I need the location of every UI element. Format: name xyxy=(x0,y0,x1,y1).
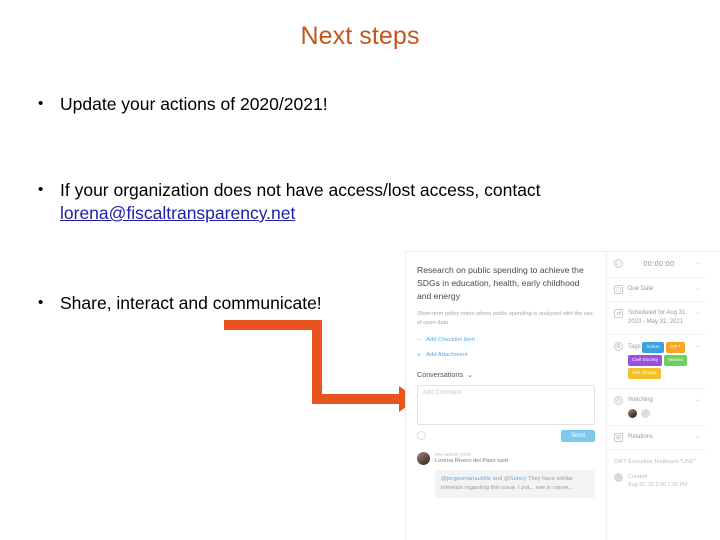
emoji-icon[interactable] xyxy=(417,431,426,441)
sidebar-row-timer[interactable]: ▷ 00:00:00 ⌄ xyxy=(607,252,706,278)
bullet-text: If your organization does not have acces… xyxy=(60,180,541,200)
add-checklist-item-button[interactable]: − Add Checklist Item xyxy=(417,337,595,344)
relations-icon: ⊞ xyxy=(614,433,623,443)
minus-icon: − xyxy=(417,336,422,344)
tag-chip[interactable]: GIFT xyxy=(665,341,685,353)
sidebar-row-relations[interactable]: ⊞ Relations ⌄ xyxy=(607,426,706,451)
created-label: Created xyxy=(628,473,648,480)
email-link[interactable]: lorena@fiscaltransparency.net xyxy=(60,203,295,223)
bullet-text-wrapper: If your organization does not have acces… xyxy=(60,179,541,225)
sidebar-row-board: GIFT Executive Testboard "USE" Created A… xyxy=(607,450,706,497)
bullet-item-2: • If your organization does not have acc… xyxy=(38,179,698,225)
created-value: Aug 31, 20 2:00 7:16 PM xyxy=(628,481,688,488)
tag-chip[interactable]: Civil Society xyxy=(628,354,663,367)
tag-chip[interactable]: Mexico xyxy=(664,354,688,367)
sidebar-row-watching[interactable]: ◎ Watching ⌄ xyxy=(607,389,706,427)
created-row: Created Aug 31, 20 2:00 7:16 PM xyxy=(614,472,699,489)
mention-2[interactable]: @Sunny xyxy=(504,476,526,482)
avatar[interactable] xyxy=(641,409,650,419)
page-title: Next steps xyxy=(300,22,420,50)
plus-icon: + xyxy=(417,351,422,359)
chevron-down-icon: ⌄ xyxy=(466,369,473,379)
eye-icon: ◎ xyxy=(614,396,623,406)
timer-value: 00:00:00 xyxy=(643,259,675,268)
sidebar-row-scheduled[interactable]: ⇉ Scheduled for Aug 31, 2020 - May 31, 2… xyxy=(607,302,706,335)
due-date-label: Due Date xyxy=(628,285,654,292)
tags-section: Tags Action GIFT Civil Society Mexico Use of… xyxy=(628,341,690,382)
chevron-down-icon[interactable]: ⌄ xyxy=(695,259,700,266)
relations-label: Relations xyxy=(628,434,654,441)
comment-body: @jorgeumanaubille and @Sunny They have s… xyxy=(435,469,595,498)
bullet-text: Update your actions of 2020/2021! xyxy=(60,94,328,114)
elbow-arrow-icon xyxy=(224,320,417,412)
comment-timestamp: AN HOUR AGO xyxy=(435,451,471,457)
tags-label: Tags xyxy=(628,343,641,350)
chevron-down-icon[interactable]: ⌄ xyxy=(695,433,700,440)
comment-meta: AN HOUR AGO Lorena Rivero del Paso said xyxy=(435,452,508,465)
send-button[interactable]: Send xyxy=(560,429,595,442)
conversations-label: Conversations xyxy=(417,369,463,379)
calendar-icon: ▢ xyxy=(614,284,623,294)
comment-actions: Send xyxy=(417,429,595,442)
scheduled-label: Scheduled for Aug 31, 2020 - May 31, 202… xyxy=(628,309,688,325)
chevron-down-icon[interactable]: ⌄ xyxy=(695,342,700,349)
task-description: Short-term policy notes where public spe… xyxy=(417,311,593,326)
comment-list-item: AN HOUR AGO Lorena Rivero del Paso said xyxy=(417,451,595,465)
tag-chip[interactable]: Use of data xyxy=(628,368,661,380)
chevron-down-icon[interactable]: ⌄ xyxy=(695,396,700,403)
conversations-header[interactable]: Conversations ⌄ xyxy=(417,370,595,379)
comment-author: Lorena Rivero del Paso said xyxy=(435,457,508,464)
watching-section: Watching xyxy=(628,396,690,419)
bullet-marker: • xyxy=(38,181,44,198)
tag-chip[interactable]: Action xyxy=(642,341,664,353)
bullet-marker: • xyxy=(38,294,44,311)
board-name: GIFT Executive Testboard "USE" xyxy=(614,459,696,466)
created-text: Created Aug 31, 20 2:00 7:16 PM xyxy=(628,473,688,489)
add-comment-input[interactable]: Add Comment xyxy=(417,384,595,425)
clock-icon xyxy=(614,472,623,482)
add-attachment-label: Add Attachment xyxy=(426,352,468,359)
sidebar-row-due-date[interactable]: ▢ Due Date ⌄ xyxy=(607,278,706,302)
comment-middle: and xyxy=(491,475,504,482)
schedule-icon: ⇉ xyxy=(614,308,623,318)
chevron-down-icon[interactable]: ⌄ xyxy=(695,309,700,316)
embedded-app-screenshot: Research on public spending to achieve t… xyxy=(405,251,720,540)
add-checklist-item-label: Add Checklist Item xyxy=(426,337,476,344)
presentation-slide: Next steps • Update your actions of 2020… xyxy=(0,0,720,540)
add-attachment-button[interactable]: + Add Attachment xyxy=(417,352,595,359)
watching-avatars xyxy=(628,409,690,419)
play-icon[interactable]: ▷ xyxy=(614,259,623,268)
sidebar-row-tags[interactable]: ⚙ Tags Action GIFT Civil Society Mexico Use … xyxy=(607,335,706,390)
chevron-down-icon[interactable]: ⌄ xyxy=(695,285,700,292)
task-title: Research on public spending to achieve t… xyxy=(417,265,584,302)
bullet-item-1: • Update your actions of 2020/2021! xyxy=(38,93,638,116)
task-sidebar: ▷ 00:00:00 ⌄ ▢ Due Date ⌄ ⇉ Scheduled fo… xyxy=(606,252,706,540)
watching-label: Watching xyxy=(628,397,653,404)
mention-1[interactable]: @jorgeumanaubille xyxy=(441,476,491,482)
avatar[interactable] xyxy=(628,409,637,419)
tag-icon: ⚙ xyxy=(614,341,623,351)
avatar xyxy=(417,451,430,465)
bullet-marker: • xyxy=(38,95,44,112)
task-detail-panel: Research on public spending to achieve t… xyxy=(406,252,606,540)
